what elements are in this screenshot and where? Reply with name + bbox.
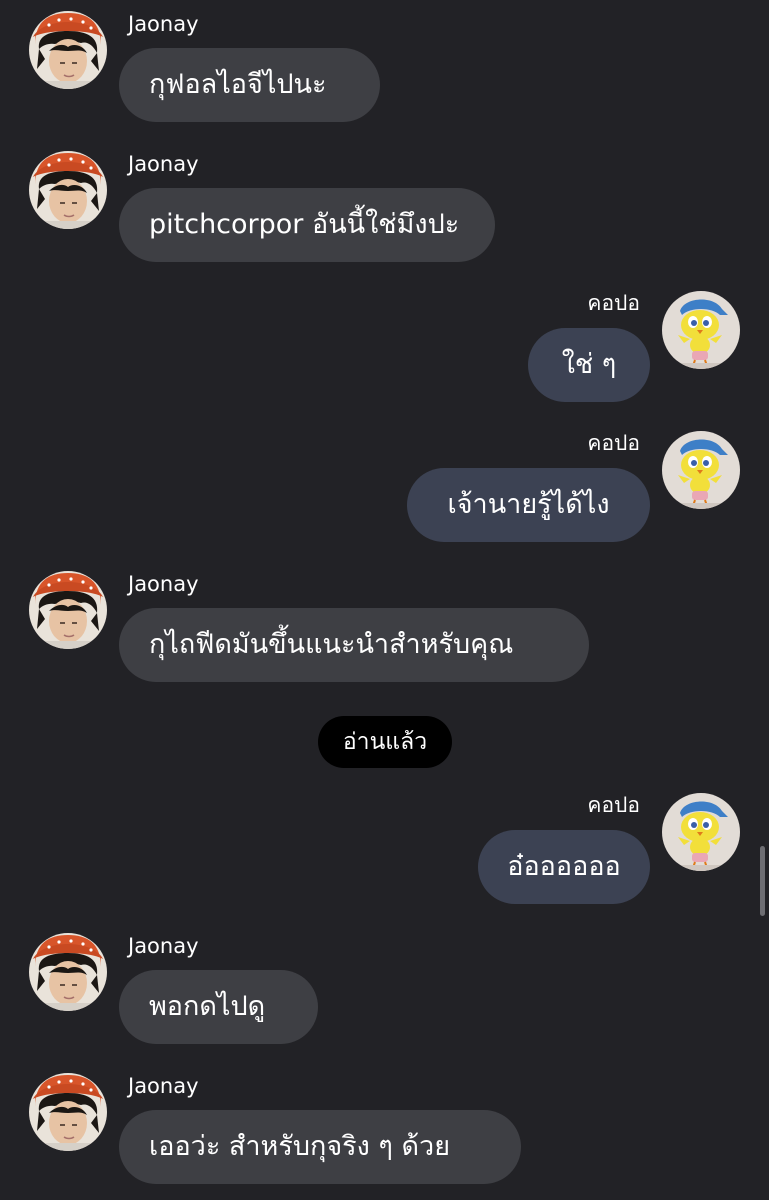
jaonay-avatar-icon xyxy=(29,151,107,229)
avatar[interactable] xyxy=(29,11,107,89)
kopo-avatar-icon xyxy=(662,431,740,509)
jaonay-avatar-icon xyxy=(29,1073,107,1151)
chat-thread: Jaonay กุฟอลไอจีไปนะ Jaonay pitchcorpor … xyxy=(0,0,769,1200)
jaonay-avatar-icon xyxy=(29,933,107,1011)
avatar[interactable] xyxy=(662,793,740,871)
scrollbar[interactable] xyxy=(760,846,765,916)
avatar[interactable] xyxy=(662,291,740,369)
avatar[interactable] xyxy=(29,571,107,649)
jaonay-avatar-icon xyxy=(29,11,107,89)
sender-name: Jaonay xyxy=(128,12,199,36)
message-bubble[interactable]: เออว่ะ สำหรับกุจริง ๆ ด้วย xyxy=(119,1110,521,1184)
message-bubble[interactable]: กุไถฟีดมันขึ้นแนะนำสำหรับคุณ xyxy=(119,608,589,682)
sender-name: Jaonay xyxy=(128,1074,199,1098)
avatar[interactable] xyxy=(29,1073,107,1151)
avatar[interactable] xyxy=(662,431,740,509)
message-bubble[interactable]: เจ้านายรู้ได้ไง xyxy=(407,468,650,542)
sender-name: คอปอ xyxy=(587,291,640,315)
read-receipt-badge: อ่านแล้ว xyxy=(318,716,452,768)
sender-name: Jaonay xyxy=(128,934,199,958)
message-bubble[interactable]: ใช่ ๆ xyxy=(528,328,650,402)
avatar[interactable] xyxy=(29,933,107,1011)
sender-name: คอปอ xyxy=(587,431,640,455)
sender-name: คอปอ xyxy=(587,793,640,817)
message-bubble[interactable]: กุฟอลไอจีไปนะ xyxy=(119,48,380,122)
kopo-avatar-icon xyxy=(662,291,740,369)
kopo-avatar-icon xyxy=(662,793,740,871)
jaonay-avatar-icon xyxy=(29,571,107,649)
avatar[interactable] xyxy=(29,151,107,229)
sender-name: Jaonay xyxy=(128,152,199,176)
message-bubble[interactable]: อ๋ออออออ xyxy=(478,830,650,904)
message-bubble[interactable]: pitchcorpor อันนี้ใช่มึงปะ xyxy=(119,188,495,262)
message-bubble[interactable]: พอกดไปดู xyxy=(119,970,318,1044)
sender-name: Jaonay xyxy=(128,572,199,596)
